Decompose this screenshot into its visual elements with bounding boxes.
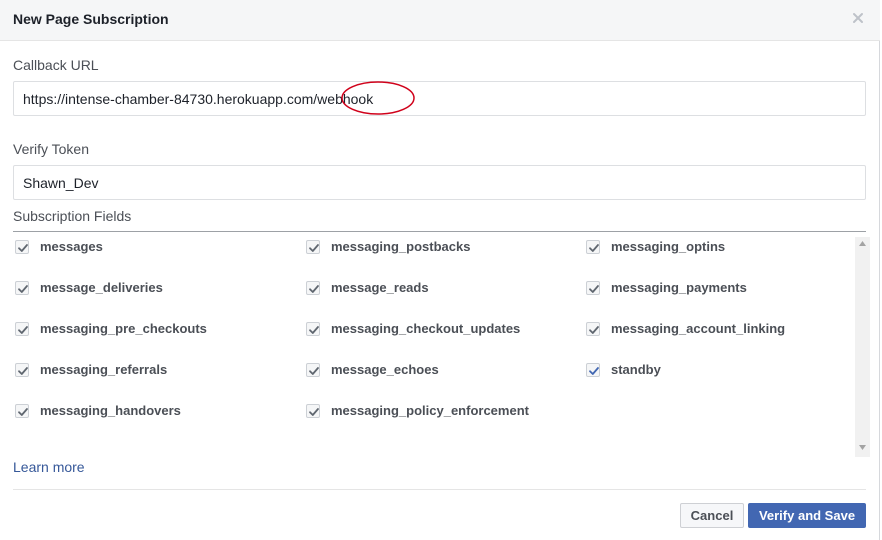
subscription-dialog: New Page Subscription Callback URL Verif… bbox=[0, 0, 880, 540]
field-messaging-pre-checkouts[interactable]: messaging_pre_checkouts bbox=[15, 320, 207, 338]
checkbox-messaging-checkout-updates[interactable] bbox=[306, 322, 320, 336]
field-messages[interactable]: messages bbox=[15, 238, 103, 256]
field-messaging-handovers[interactable]: messaging_handovers bbox=[15, 402, 181, 420]
checkmark-icon bbox=[309, 367, 319, 375]
field-label: messaging_postbacks bbox=[331, 239, 471, 254]
field-message-deliveries[interactable]: message_deliveries bbox=[15, 279, 163, 297]
field-messaging-account-linking[interactable]: messaging_account_linking bbox=[586, 320, 785, 338]
checkbox-messaging-policy-enforcement[interactable] bbox=[306, 404, 320, 418]
checkmark-icon bbox=[18, 326, 28, 334]
field-messaging-checkout-updates[interactable]: messaging_checkout_updates bbox=[306, 320, 520, 338]
field-messaging-policy-enforcement[interactable]: messaging_policy_enforcement bbox=[306, 402, 529, 420]
checkmark-icon bbox=[309, 408, 319, 416]
checkbox-standby[interactable] bbox=[586, 363, 600, 377]
callback-url-input[interactable] bbox=[13, 81, 866, 116]
checkbox-messaging-postbacks[interactable] bbox=[306, 240, 320, 254]
dialog-title: New Page Subscription bbox=[13, 11, 169, 27]
field-message-reads[interactable]: message_reads bbox=[306, 279, 429, 297]
field-label: messaging_pre_checkouts bbox=[40, 321, 207, 336]
checkmark-icon bbox=[309, 285, 319, 293]
checkbox-message-deliveries[interactable] bbox=[15, 281, 29, 295]
field-label: messaging_policy_enforcement bbox=[331, 403, 529, 418]
field-label: messaging_optins bbox=[611, 239, 726, 254]
field-standby[interactable]: standby bbox=[586, 361, 661, 379]
checkmark-icon bbox=[589, 244, 599, 252]
checkbox-messaging-payments[interactable] bbox=[586, 281, 600, 295]
dialog-header: New Page Subscription bbox=[0, 0, 880, 41]
field-label: messaging_checkout_updates bbox=[331, 321, 521, 336]
checkmark-icon bbox=[18, 244, 28, 252]
close-icon[interactable] bbox=[850, 10, 866, 26]
footer-divider bbox=[13, 489, 866, 490]
verify-token-input[interactable] bbox=[13, 165, 866, 200]
checkmark-icon bbox=[589, 367, 599, 375]
subscription-fields-list: messages messaging_postbacks messaging_opt… bbox=[13, 232, 870, 457]
checkmark-icon bbox=[309, 244, 319, 252]
field-messaging-referrals[interactable]: messaging_referrals bbox=[15, 361, 167, 379]
field-messaging-payments[interactable]: messaging_payments bbox=[586, 279, 747, 297]
scroll-up-icon[interactable] bbox=[855, 237, 870, 251]
field-label: message_deliveries bbox=[40, 280, 163, 295]
checkbox-messaging-pre-checkouts[interactable] bbox=[15, 322, 29, 336]
field-messaging-optins[interactable]: messaging_optins bbox=[586, 238, 725, 256]
checkbox-messaging-optins[interactable] bbox=[586, 240, 600, 254]
field-messaging-postbacks[interactable]: messaging_postbacks bbox=[306, 238, 470, 256]
checkbox-messaging-account-linking[interactable] bbox=[586, 322, 600, 336]
field-label: messaging_account_linking bbox=[611, 321, 786, 336]
learn-more-link[interactable]: Learn more bbox=[13, 458, 85, 476]
field-label: standby bbox=[611, 362, 661, 377]
checkbox-messaging-handovers[interactable] bbox=[15, 404, 29, 418]
verify-and-save-button[interactable]: Verify and Save bbox=[748, 503, 866, 528]
checkbox-messages[interactable] bbox=[15, 240, 29, 254]
fields-scrollbar[interactable] bbox=[855, 237, 870, 457]
checkbox-message-reads[interactable] bbox=[306, 281, 320, 295]
scroll-down-icon[interactable] bbox=[855, 441, 870, 455]
field-label: messaging_referrals bbox=[40, 362, 168, 377]
field-label: messaging_payments bbox=[611, 280, 747, 295]
checkmark-icon bbox=[589, 326, 599, 334]
subscription-fields-label: Subscription Fields bbox=[13, 208, 132, 224]
field-label: message_echoes bbox=[331, 362, 439, 377]
callback-url-label: Callback URL bbox=[13, 57, 99, 73]
checkbox-message-echoes[interactable] bbox=[306, 363, 320, 377]
checkmark-icon bbox=[18, 367, 28, 375]
checkmark-icon bbox=[18, 408, 28, 416]
field-label: messages bbox=[40, 239, 103, 254]
checkbox-messaging-referrals[interactable] bbox=[15, 363, 29, 377]
verify-token-label: Verify Token bbox=[13, 141, 90, 157]
checkmark-icon bbox=[18, 285, 28, 293]
field-message-echoes[interactable]: message_echoes bbox=[306, 361, 439, 379]
cancel-button[interactable]: Cancel bbox=[680, 503, 744, 528]
checkmark-icon bbox=[309, 326, 319, 334]
callback-url-wrapper bbox=[13, 81, 866, 116]
checkmark-icon bbox=[589, 285, 599, 293]
field-label: messaging_handovers bbox=[40, 403, 181, 418]
field-label: message_reads bbox=[331, 280, 429, 295]
